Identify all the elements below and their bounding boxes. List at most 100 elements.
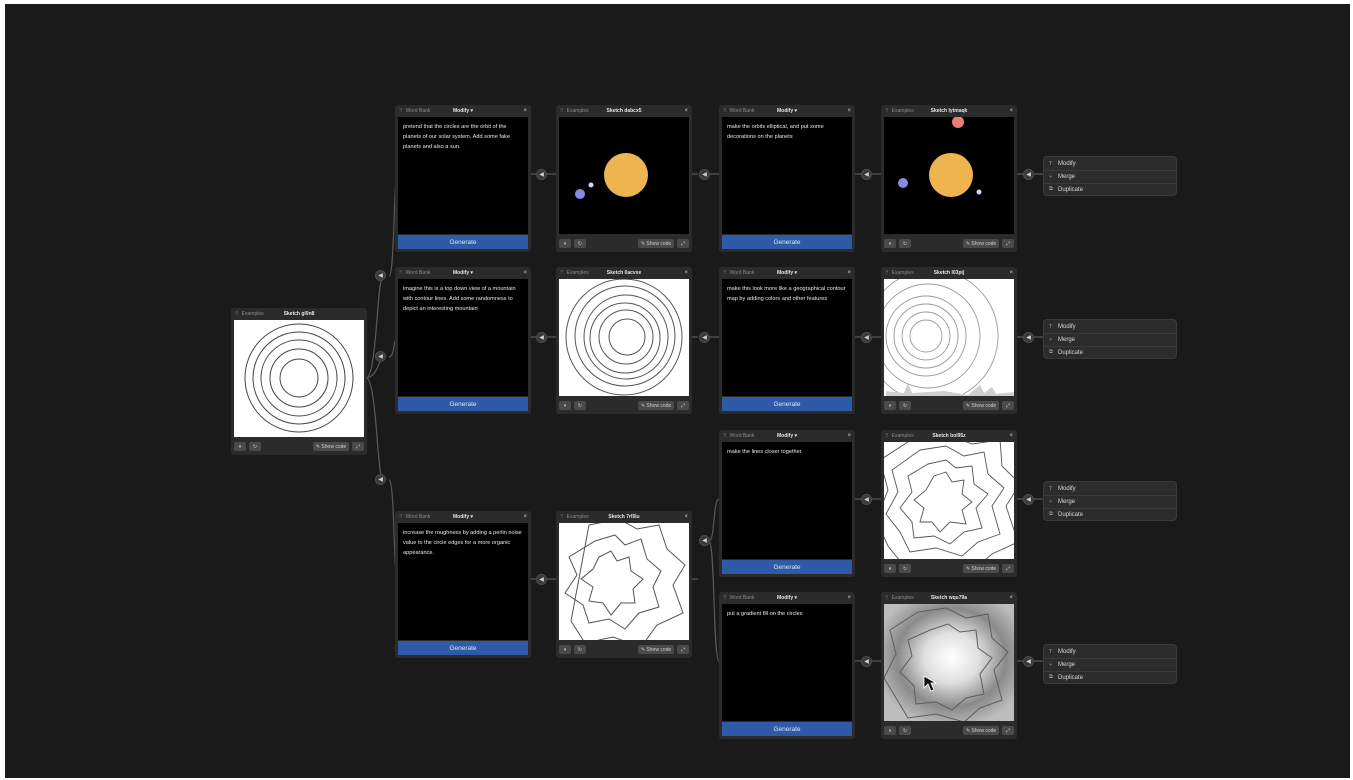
card-header[interactable]: ⠿ Examples Sketch 7rl5lu × [556,511,692,523]
pause-icon[interactable]: ⏸ [559,401,571,410]
card-header[interactable]: ⠿ Examples Sketch l03pij × [881,267,1017,279]
refresh-icon[interactable]: ↻ [574,401,586,410]
prompt-text[interactable]: pretend that the circles are the orbit o… [398,117,528,158]
generate-button[interactable]: Generate [398,235,528,249]
connector-left-icon[interactable]: ◀ [536,574,547,585]
connector-left-icon[interactable]: ◀ [861,494,872,505]
prompt-text[interactable]: put a gradient fill on the circles [722,604,852,626]
prompt-card-1[interactable]: ⠿ Word Bank Modify ▾ × pretend that the cir… [395,105,531,252]
prompt-textarea[interactable]: make the lines closer together [722,442,852,559]
prompt-textarea[interactable]: imagine this is a top down view of a mou… [398,279,528,396]
drag-handle-icon[interactable]: ⠿ [723,108,727,114]
refresh-icon[interactable]: ↻ [899,564,911,573]
expand-icon[interactable]: ⤢ [1002,726,1014,735]
card-header[interactable]: ⠿ Examples Sketch lytmaqk × [881,105,1017,117]
connector-left-icon[interactable]: ◀ [375,351,386,362]
generate-button[interactable]: Generate [398,397,528,411]
prompt-text[interactable]: imagine this is a top down view of a mou… [398,279,528,320]
refresh-icon[interactable]: ↻ [899,401,911,410]
drag-handle-icon[interactable]: ⠿ [885,433,889,439]
connector-left-icon[interactable]: ◀ [536,169,547,180]
menu-item-duplicate[interactable]: ⧉ Duplicate [1049,347,1083,358]
card-header[interactable]: ⠿ Examples Sketch dabcx5 × [556,105,692,117]
pause-icon[interactable]: ⏸ [884,401,896,410]
menu-item-merge[interactable]: ⑂ Merge [1049,659,1075,670]
sketch-card-bol95z[interactable]: ⠿ Examples Sketch bol95z × ⏸ ↻ ✎ Show code … [881,430,1017,577]
drag-handle-icon[interactable]: ⠿ [723,433,727,439]
close-icon[interactable]: × [523,270,527,276]
card-header[interactable]: ⠿ Word Bank Modify ▾ × [719,592,855,604]
mode-select[interactable]: Modify ▾ [453,514,473,520]
expand-icon[interactable]: ⤢ [1002,239,1014,248]
show-code-button[interactable]: ✎ Show code [313,442,349,451]
prompt-textarea[interactable]: put a gradient fill on the circles [722,604,852,721]
pause-icon[interactable]: ⏸ [884,239,896,248]
menu-item-duplicate[interactable]: ⧉ Duplicate [1049,184,1083,195]
sketch-card-7rl5lu[interactable]: ⠿ Examples Sketch 7rl5lu × ⏸ ↻ ✎ Show code … [556,511,692,658]
close-icon[interactable]: × [523,108,527,114]
connector-left-icon[interactable]: ◀ [861,332,872,343]
menu-item-merge[interactable]: ⑂ Merge [1049,496,1075,507]
sketch-card-root[interactable]: ⠿ Examples Sketch gl0n8 ⏸ ↻ ✎ Show code ⤢ [231,308,367,455]
sketch-card-wqu79a[interactable]: ⠿ Examples Sketch wqu79a × ⏸ ↻ ✎ Show co… [881,592,1017,739]
generate-button[interactable]: Generate [398,641,528,655]
close-icon[interactable]: × [847,595,851,601]
connector-left-icon[interactable]: ◀ [1023,494,1034,505]
mode-select[interactable]: Modify ▾ [453,108,473,114]
connector-left-icon[interactable]: ◀ [699,332,710,343]
prompt-card-2[interactable]: ⠿ Word Bank Modify ▾ × imagine this is a to… [395,267,531,414]
sketch-card-dabcx5[interactable]: ⠿ Examples Sketch dabcx5 × ⏸ ↻ ✎ Show code … [556,105,692,252]
prompt-textarea[interactable]: make the orbits elliptical, and put some… [722,117,852,234]
close-icon[interactable]: × [523,514,527,520]
refresh-icon[interactable]: ↻ [249,442,261,451]
pause-icon[interactable]: ⏸ [559,239,571,248]
drag-handle-icon[interactable]: ⠿ [560,108,564,114]
connector-left-icon[interactable]: ◀ [861,656,872,667]
drag-handle-icon[interactable]: ⠿ [885,108,889,114]
connector-left-icon[interactable]: ◀ [699,535,710,546]
node-canvas[interactable]: ⠿ Examples Sketch gl0n8 ⏸ ↻ ✎ Show code ⤢ … [5,4,1350,778]
mode-select[interactable]: Modify ▾ [777,270,797,276]
drag-handle-icon[interactable]: ⠿ [885,270,889,276]
show-code-button[interactable]: ✎ Show code [963,564,999,573]
show-code-button[interactable]: ✎ Show code [638,645,674,654]
expand-icon[interactable]: ⤢ [1002,401,1014,410]
pause-icon[interactable]: ⏸ [884,726,896,735]
refresh-icon[interactable]: ↻ [574,239,586,248]
menu-item-duplicate[interactable]: ⧉ Duplicate [1049,509,1083,520]
expand-icon[interactable]: ⤢ [352,442,364,451]
menu-item-modify[interactable]: T Modify [1049,321,1076,332]
prompt-textarea[interactable]: increase the roughness by adding a perli… [398,523,528,640]
pause-icon[interactable]: ⏸ [559,645,571,654]
card-header[interactable]: ⠿ Word Bank Modify ▾ × [719,105,855,117]
expand-icon[interactable]: ⤢ [1002,564,1014,573]
mode-select[interactable]: Modify ▾ [453,270,473,276]
show-code-button[interactable]: ✎ Show code [638,239,674,248]
prompt-card-5[interactable]: ⠿ Word Bank Modify ▾ × make this look more … [719,267,855,414]
card-header[interactable]: ⠿ Word Bank Modify ▾ × [395,511,531,523]
connector-left-icon[interactable]: ◀ [1023,332,1034,343]
card-header[interactable]: ⠿ Examples Sketch gl0n8 [231,308,367,320]
expand-icon[interactable]: ⤢ [677,401,689,410]
close-icon[interactable]: × [1009,433,1013,439]
show-code-button[interactable]: ✎ Show code [963,401,999,410]
card-header[interactable]: ⠿ Word Bank Modify ▾ × [719,267,855,279]
prompt-card-7[interactable]: ⠿ Word Bank Modify ▾ × put a gradient fill … [719,592,855,739]
menu-item-modify[interactable]: T Modify [1049,158,1076,169]
drag-handle-icon[interactable]: ⠿ [723,595,727,601]
close-icon[interactable]: × [1009,595,1013,601]
refresh-icon[interactable]: ↻ [574,645,586,654]
prompt-text[interactable]: increase the roughness by adding a perli… [398,523,528,564]
connector-left-icon[interactable]: ◀ [375,270,386,281]
generate-button[interactable]: Generate [722,397,852,411]
drag-handle-icon[interactable]: ⠿ [399,270,403,276]
mode-select[interactable]: Modify ▾ [777,433,797,439]
generate-button[interactable]: Generate [722,722,852,736]
prompt-card-4[interactable]: ⠿ Word Bank Modify ▾ × make the orbits elli… [719,105,855,252]
prompt-text[interactable]: make this look more like a geographical … [722,279,852,311]
sketch-card-l03pij[interactable]: ⠿ Examples Sketch l03pij × ⏸ ↻ ✎ Show code … [881,267,1017,414]
card-header[interactable]: ⠿ Examples Sketch bol95z × [881,430,1017,442]
prompt-textarea[interactable]: pretend that the circles are the orbit o… [398,117,528,234]
pause-icon[interactable]: ⏸ [234,442,246,451]
connector-left-icon[interactable]: ◀ [1023,656,1034,667]
